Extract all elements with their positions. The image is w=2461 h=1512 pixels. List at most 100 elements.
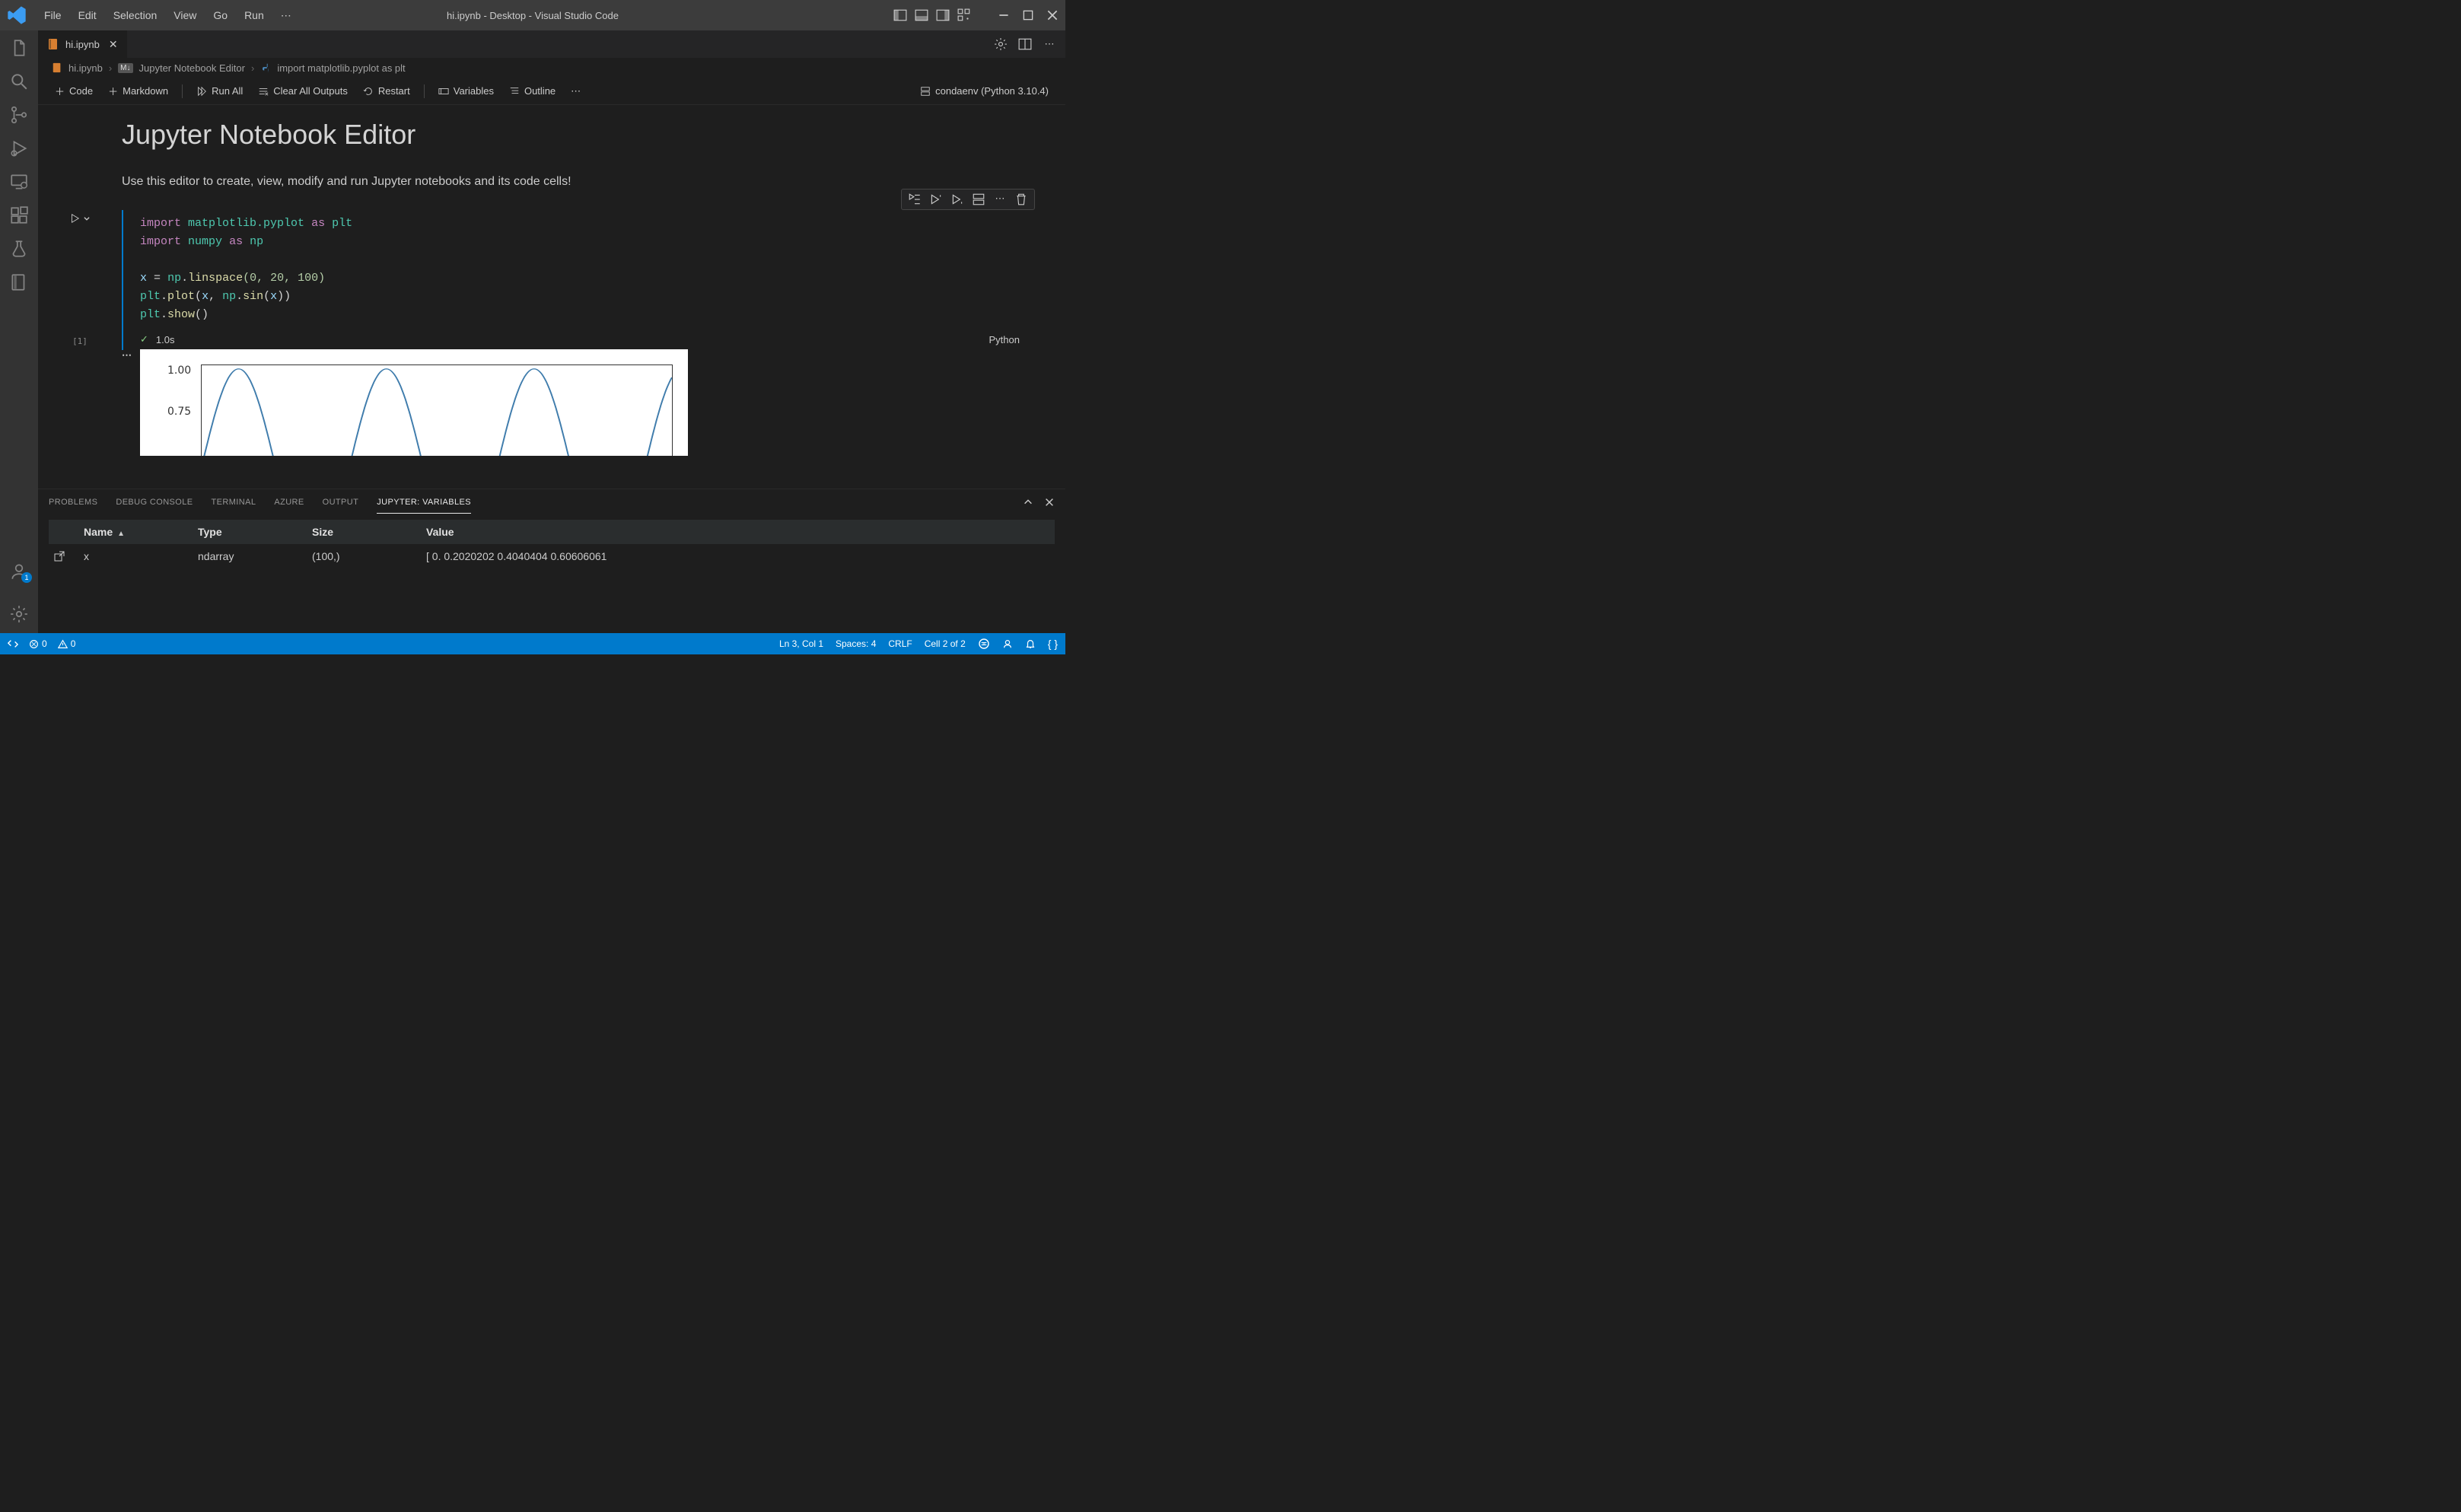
output-more-icon[interactable]: ⋯	[122, 346, 132, 456]
run-all-button[interactable]: Run All	[190, 82, 249, 100]
exec-count: [1]	[72, 336, 88, 346]
remote-indicator[interactable]	[8, 638, 18, 649]
menu-edit[interactable]: Edit	[71, 5, 104, 27]
code-cell[interactable]: ⋯ import matplotlib.pyplot as plt import…	[38, 210, 1065, 350]
panel-tab-jupyter-variables[interactable]: JUPYTER: VARIABLES	[377, 492, 471, 514]
panel-tab-terminal[interactable]: TERMINAL	[212, 492, 256, 513]
run-debug-icon[interactable]	[9, 138, 29, 158]
separator	[182, 84, 183, 98]
accounts-badge: 1	[21, 572, 32, 583]
notebook-toolbar: ＋Code ＋Markdown Run All Clear All Output…	[38, 78, 1065, 105]
testing-icon[interactable]	[9, 239, 29, 259]
tab-close-icon[interactable]: ✕	[106, 38, 118, 51]
chevron-down-icon[interactable]	[83, 215, 91, 222]
layout-sidebar-right-icon[interactable]	[936, 8, 950, 22]
cell-more-icon[interactable]: ⋯	[993, 193, 1007, 206]
close-icon[interactable]	[1046, 8, 1059, 22]
kernel-picker[interactable]: condaenv (Python 3.10.4)	[914, 82, 1055, 100]
menu-view[interactable]: View	[166, 5, 204, 27]
jupyter-status-icon[interactable]	[978, 638, 990, 650]
extensions-icon[interactable]	[9, 205, 29, 225]
tab-more-icon[interactable]: ⋯	[1043, 37, 1056, 51]
markdown-heading: Jupyter Notebook Editor	[38, 113, 1065, 157]
accounts-icon[interactable]: 1	[9, 562, 29, 581]
delete-cell-icon[interactable]	[1014, 193, 1028, 206]
tab-label: hi.ipynb	[65, 39, 100, 50]
window-controls	[893, 8, 1059, 22]
menu-more[interactable]: ⋯	[273, 5, 299, 27]
ytick: 1.00	[167, 364, 191, 377]
cell-position[interactable]: Cell 2 of 2	[925, 638, 966, 649]
close-panel-icon[interactable]	[1044, 497, 1055, 508]
crumb-file[interactable]: hi.ipynb	[68, 62, 103, 74]
menu-run[interactable]: Run	[237, 5, 272, 27]
errors-count[interactable]: 0	[29, 638, 47, 649]
menu-selection[interactable]: Selection	[106, 5, 165, 27]
maximize-icon[interactable]	[1021, 8, 1035, 22]
search-icon[interactable]	[9, 72, 29, 91]
remote-explorer-icon[interactable]	[9, 172, 29, 192]
run-cell-button[interactable]	[69, 213, 91, 224]
cell-body[interactable]: ⋯ import matplotlib.pyplot as plt import…	[122, 210, 1065, 350]
menu-go[interactable]: Go	[205, 5, 235, 27]
eol[interactable]: CRLF	[888, 638, 912, 649]
add-code-button[interactable]: ＋Code	[49, 81, 99, 101]
panel-tab-output[interactable]: OUTPUT	[323, 492, 359, 513]
chevron-up-icon[interactable]	[1023, 497, 1033, 508]
variables-button[interactable]: Variables	[432, 82, 500, 100]
panel-tab-azure[interactable]: AZURE	[274, 492, 304, 513]
tab-hi-ipynb[interactable]: hi.ipynb ✕	[38, 30, 128, 58]
var-name: x	[84, 550, 198, 562]
split-cell-icon[interactable]	[972, 193, 985, 206]
layout-panel-bottom-icon[interactable]	[915, 8, 928, 22]
source-control-icon[interactable]	[9, 105, 29, 125]
variables-table: Name▲ Type Size Value x ndarray (100,) […	[38, 515, 1065, 633]
panel-tab-debug[interactable]: DEBUG CONSOLE	[116, 492, 193, 513]
breadcrumb[interactable]: hi.ipynb › M↓ Jupyter Notebook Editor › …	[38, 58, 1065, 78]
clear-outputs-button[interactable]: Clear All Outputs	[252, 82, 354, 100]
code-editor[interactable]: import matplotlib.pyplot as plt import n…	[123, 210, 1035, 329]
notebook-content: Jupyter Notebook Editor Use this editor …	[38, 105, 1065, 489]
customize-layout-icon[interactable]	[957, 8, 971, 22]
warning-icon	[58, 639, 68, 649]
layout-sidebar-left-icon[interactable]	[893, 8, 907, 22]
separator	[424, 84, 425, 98]
var-value: [ 0. 0.2020202 0.4040404 0.60606061	[426, 550, 1050, 562]
menu-bar: File Edit Selection View Go Run ⋯	[37, 5, 299, 27]
variable-row[interactable]: x ndarray (100,) [ 0. 0.2020202 0.404040…	[49, 544, 1055, 568]
restart-icon	[363, 86, 374, 97]
warnings-count[interactable]: 0	[58, 638, 76, 649]
run-by-line-icon[interactable]	[908, 193, 922, 206]
col-type[interactable]: Type	[198, 526, 312, 538]
popout-icon[interactable]	[53, 550, 65, 562]
execute-below-icon[interactable]	[950, 193, 964, 206]
col-name[interactable]: Name▲	[84, 526, 198, 538]
ytick: 0.75	[167, 406, 191, 418]
prettier-icon[interactable]: { }	[1048, 638, 1058, 650]
cell-toolbar: ⋯	[901, 189, 1035, 210]
indentation[interactable]: Spaces: 4	[836, 638, 876, 649]
toolbar-more-button[interactable]: ⋯	[565, 82, 587, 100]
variables-header: Name▲ Type Size Value	[49, 520, 1055, 544]
split-editor-icon[interactable]	[1018, 37, 1032, 51]
settings-gear-icon[interactable]	[9, 604, 29, 624]
bottom-panel: PROBLEMS DEBUG CONSOLE TERMINAL AZURE OU…	[38, 489, 1065, 633]
notifications-icon[interactable]	[1025, 638, 1036, 649]
minimize-icon[interactable]	[997, 8, 1011, 22]
crumb-editor[interactable]: Jupyter Notebook Editor	[139, 62, 245, 74]
cursor-position[interactable]: Ln 3, Col 1	[779, 638, 823, 649]
explorer-icon[interactable]	[9, 38, 29, 58]
col-size[interactable]: Size	[312, 526, 426, 538]
restart-button[interactable]: Restart	[357, 82, 416, 100]
col-value[interactable]: Value	[426, 526, 1050, 538]
python-icon	[260, 62, 271, 73]
menu-file[interactable]: File	[37, 5, 69, 27]
configure-notebook-icon[interactable]	[994, 37, 1008, 51]
feedback-icon[interactable]	[1002, 638, 1013, 649]
execute-above-icon[interactable]	[929, 193, 943, 206]
add-markdown-button[interactable]: ＋Markdown	[102, 81, 174, 101]
outline-button[interactable]: Outline	[503, 82, 562, 100]
panel-tab-problems[interactable]: PROBLEMS	[49, 492, 97, 513]
jupyter-icon[interactable]	[9, 272, 29, 292]
crumb-cell[interactable]: import matplotlib.pyplot as plt	[277, 62, 405, 74]
